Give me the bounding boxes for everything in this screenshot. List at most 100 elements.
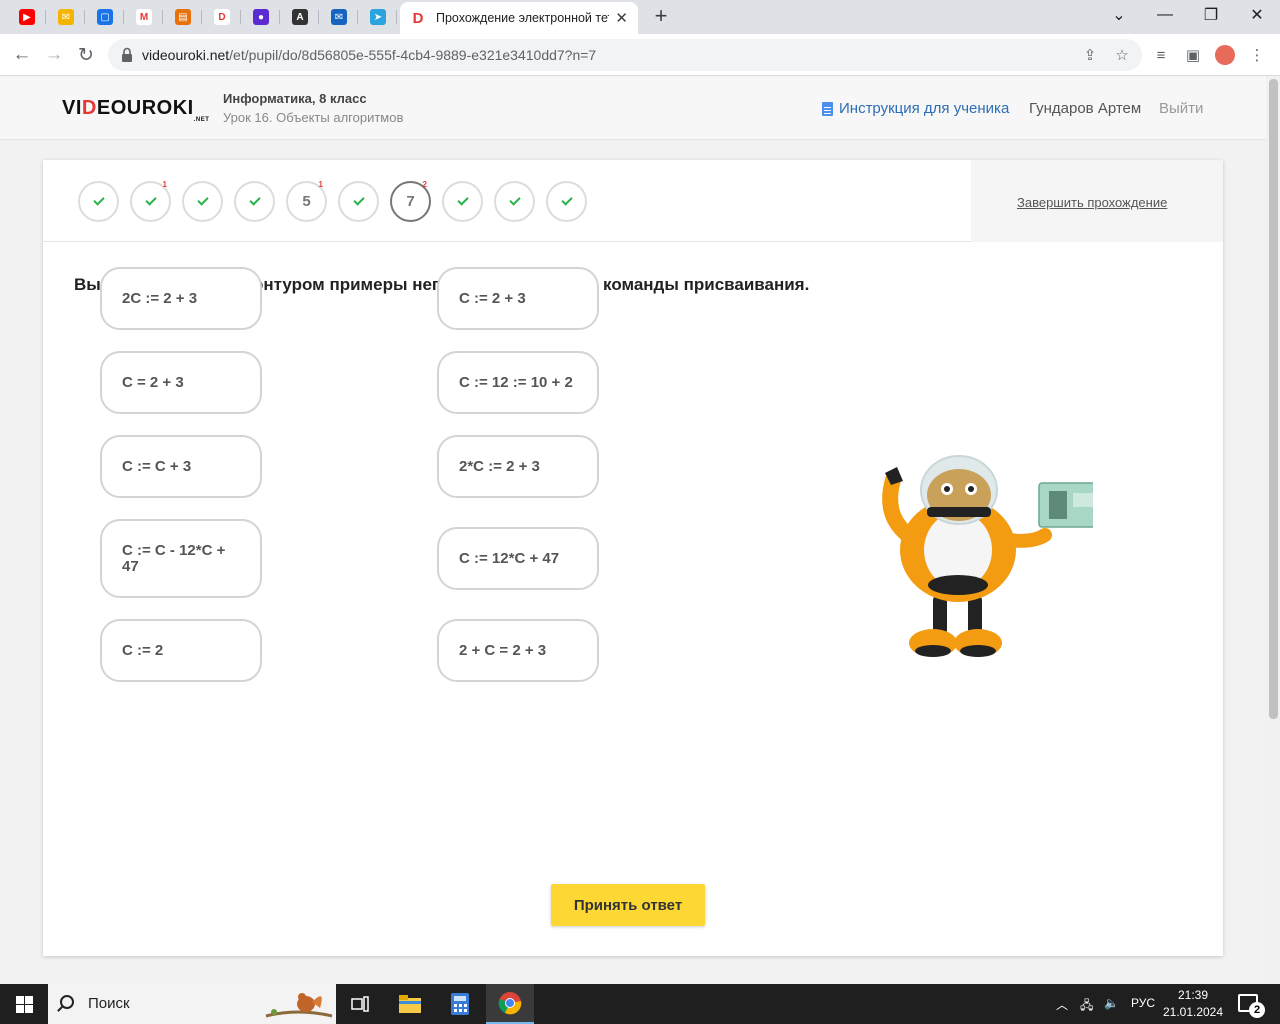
robot-illustration: [882, 455, 1093, 657]
telegram-icon: ➤: [370, 9, 386, 25]
check-icon: [248, 194, 261, 206]
active-tab[interactable]: D Прохождение электронной тет ✕: [400, 2, 638, 34]
bookmark-star-icon[interactable]: ☆: [1112, 45, 1132, 65]
task-view-icon[interactable]: [336, 984, 384, 1024]
lesson-title: Урок 16. Объекты алгоритмов: [223, 110, 404, 125]
active-tab-title: Прохождение электронной тет: [436, 11, 610, 25]
file-explorer-icon[interactable]: [386, 984, 434, 1024]
answer-option[interactable]: C = 2 + 3: [100, 351, 262, 414]
scrollbar-thumb[interactable]: [1269, 79, 1278, 719]
reading-list-icon[interactable]: ≡: [1150, 44, 1172, 66]
question-nav-10[interactable]: [546, 181, 587, 222]
forward-button[interactable]: →: [41, 42, 67, 68]
side-panel-icon[interactable]: ▣: [1182, 44, 1204, 66]
profile-avatar[interactable]: [1214, 44, 1236, 66]
answer-option[interactable]: 2C := 2 + 3: [100, 267, 262, 330]
finish-test-link[interactable]: Завершить прохождение: [1017, 195, 1167, 210]
answer-option[interactable]: 2*C := 2 + 3: [437, 435, 599, 498]
back-button[interactable]: ←: [9, 42, 35, 68]
attempts-badge: 2: [422, 180, 427, 189]
youtube-icon: ▶: [19, 9, 35, 25]
question-number: 5: [302, 193, 311, 210]
answer-option[interactable]: C := 2: [100, 619, 262, 682]
page-viewport: VIDEOUROKI.NET Информатика, 8 класс Урок…: [0, 77, 1266, 983]
answer-option[interactable]: C := 12*C + 47: [437, 527, 599, 590]
pinned-tab[interactable]: ➤: [359, 5, 397, 29]
share-icon[interactable]: ⇪: [1080, 45, 1100, 65]
check-icon: [92, 194, 105, 206]
minimize-button[interactable]: —: [1142, 0, 1188, 30]
new-tab-button[interactable]: +: [648, 3, 674, 29]
tab-search-icon[interactable]: ⌄: [1096, 0, 1142, 30]
url-host: videouroki.net: [142, 47, 230, 63]
url-text[interactable]: videouroki.net/et/pupil/do/8d56805e-555f…: [142, 47, 596, 63]
slides-icon: ▤: [175, 9, 191, 25]
videouroki-icon: D: [214, 9, 230, 25]
question-nav-9[interactable]: [494, 181, 535, 222]
volume-icon[interactable]: 🔈: [1104, 996, 1119, 1010]
instruction-link[interactable]: Инструкция для ученика: [822, 100, 1009, 117]
instruction-link-label: Инструкция для ученика: [839, 100, 1010, 117]
lock-icon[interactable]: [120, 47, 134, 63]
logo-text-end: EOUROKI: [96, 97, 194, 119]
system-clock[interactable]: 21:39 21.01.2024: [1160, 987, 1226, 1021]
menu-kebab-icon[interactable]: ⋮: [1246, 44, 1268, 66]
answer-option[interactable]: C := 12 := 10 + 2: [437, 351, 599, 414]
submit-answer-button[interactable]: Принять ответ: [551, 884, 705, 926]
pinned-tab[interactable]: ▢: [86, 5, 124, 29]
search-placeholder: Поиск: [88, 995, 130, 1012]
user-name[interactable]: Гундаров Артем: [1029, 100, 1141, 117]
question-nav-7[interactable]: 72: [390, 180, 431, 222]
pinned-tab[interactable]: ●: [242, 5, 280, 29]
chat-icon: ▢: [97, 9, 113, 25]
address-bar[interactable]: videouroki.net/et/pupil/do/8d56805e-555f…: [108, 39, 1142, 71]
answer-option[interactable]: C := C + 3: [100, 435, 262, 498]
answer-option[interactable]: C := C - 12*C + 47: [100, 519, 262, 598]
notification-count-badge: 2: [1249, 1002, 1265, 1018]
taskbar-search[interactable]: Поиск: [48, 984, 336, 1024]
logout-link[interactable]: Выйти: [1159, 100, 1203, 117]
url-path: /et/pupil/do/8d56805e-555f-4cb4-9889-e32…: [229, 47, 597, 63]
question-nav-6[interactable]: [338, 181, 379, 222]
videouroki-logo[interactable]: VIDEOUROKI.NET: [62, 97, 209, 123]
browser-toolbar: ← → ↻ videouroki.net/et/pupil/do/8d56805…: [0, 34, 1280, 76]
clock-time: 21:39: [1177, 988, 1209, 1002]
tray-chevron-icon[interactable]: ︿: [1056, 996, 1068, 1013]
tab-strip: ▶ ✉ ▢ M ▤ D ● A ✉ ➤ D Прохождение электронной тет…: [0, 0, 1280, 34]
pinned-tab[interactable]: D: [203, 5, 241, 29]
question-nav-2[interactable]: 1: [130, 180, 171, 222]
close-tab-icon[interactable]: ✕: [615, 9, 628, 27]
restore-button[interactable]: ❐: [1188, 0, 1234, 30]
pinned-tab[interactable]: ▶: [8, 5, 46, 29]
pinned-tab[interactable]: A: [281, 5, 319, 29]
planet-icon: ●: [253, 9, 269, 25]
answer-option[interactable]: C := 2 + 3: [437, 267, 599, 330]
question-nav-1[interactable]: [78, 181, 119, 222]
check-icon: [456, 194, 469, 206]
clock-date: 21.01.2024: [1162, 1005, 1224, 1019]
course-title: Информатика, 8 класс: [223, 91, 367, 106]
question-nav-4[interactable]: [234, 181, 275, 222]
pinned-tab[interactable]: M: [125, 5, 163, 29]
check-icon: [352, 194, 365, 206]
answer-option[interactable]: 2 + C = 2 + 3: [437, 619, 599, 682]
calculator-icon[interactable]: [436, 984, 484, 1024]
question-nav-8[interactable]: [442, 181, 483, 222]
pinned-tab[interactable]: ▤: [164, 5, 202, 29]
pinned-tab[interactable]: ✉: [47, 5, 85, 29]
network-icon[interactable]: 🖧: [1080, 996, 1093, 1017]
close-window-button[interactable]: ✕: [1234, 0, 1280, 30]
attempts-badge: 1: [162, 180, 167, 189]
reload-button[interactable]: ↻: [73, 42, 99, 68]
windows-logo-icon: [15, 995, 33, 1013]
question-nav-3[interactable]: [182, 181, 223, 222]
language-indicator[interactable]: РУС: [1131, 996, 1155, 1010]
question-nav-5[interactable]: 51: [286, 180, 327, 222]
chrome-taskbar-icon[interactable]: [486, 984, 534, 1024]
outlook-icon: ✉: [331, 9, 347, 25]
videouroki-tab-icon: D: [412, 9, 424, 27]
page-scrollbar[interactable]: [1266, 77, 1280, 983]
pinned-tab[interactable]: ✉: [320, 5, 358, 29]
finish-panel: Завершить прохождение: [971, 160, 1223, 242]
start-button[interactable]: [0, 984, 48, 1024]
